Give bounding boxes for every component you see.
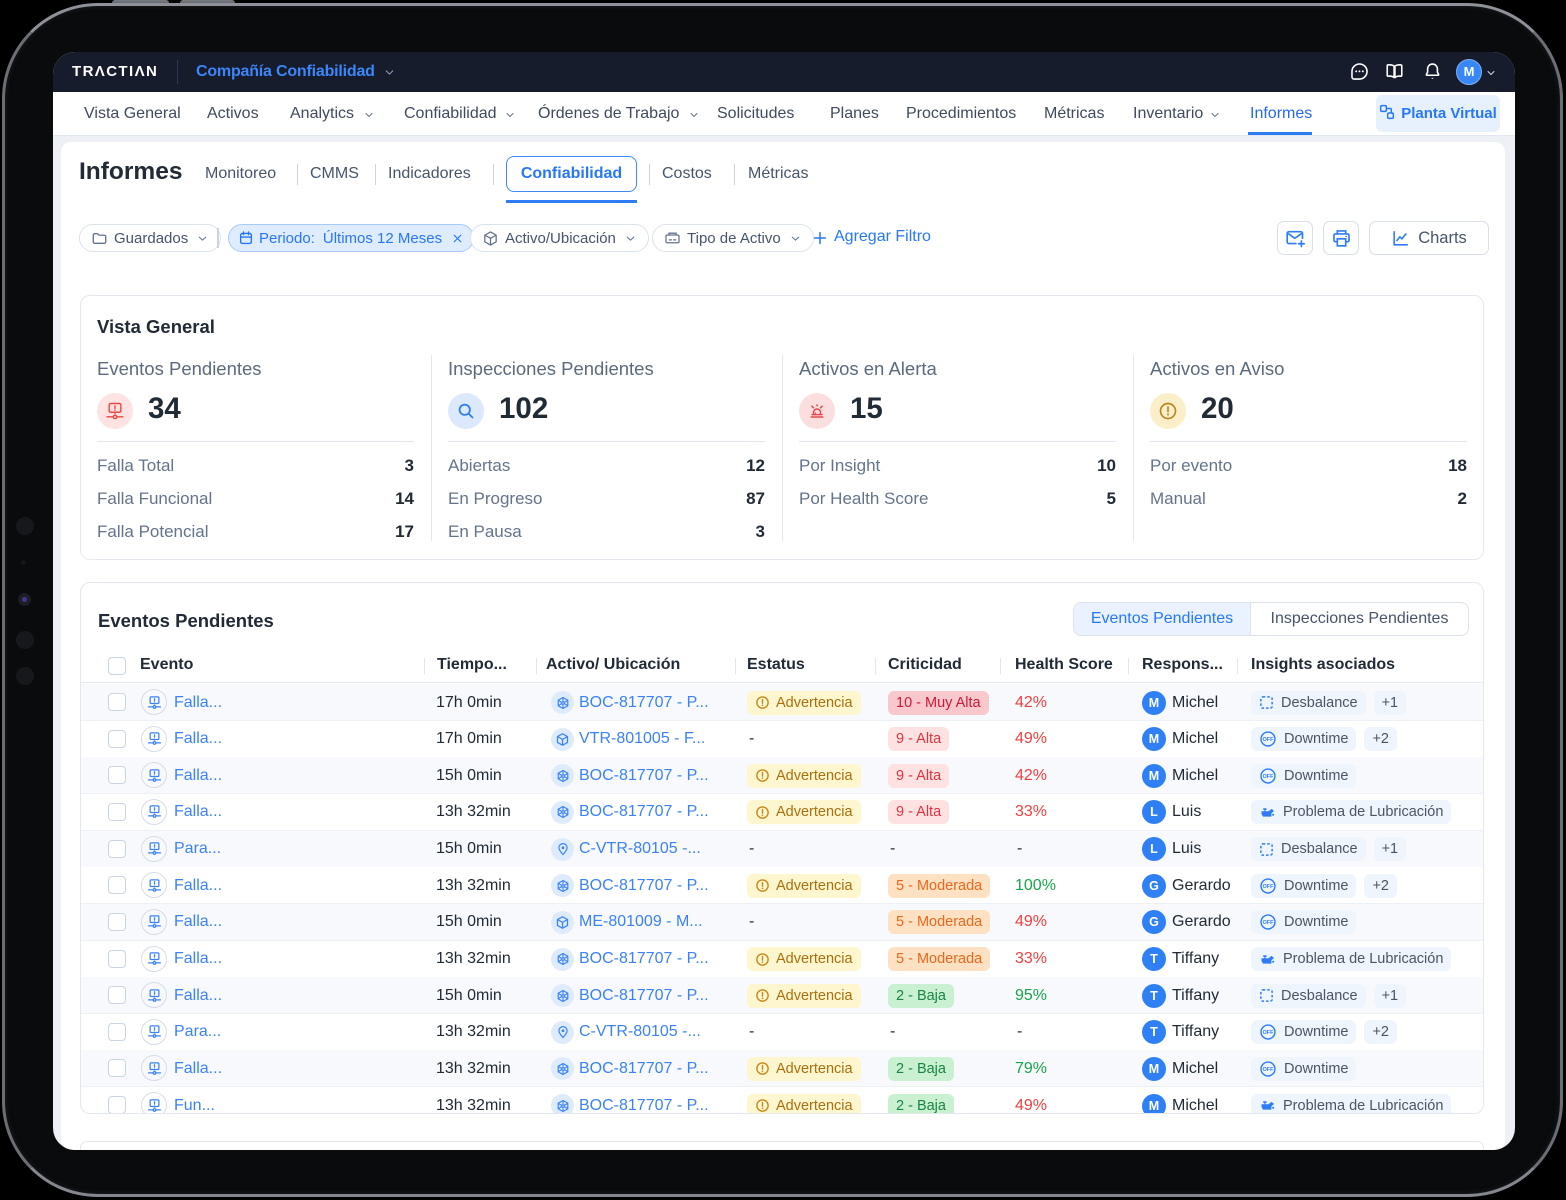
svg-text:OFF: OFF — [1263, 920, 1274, 926]
svg-text:OFF: OFF — [1263, 737, 1274, 743]
svg-text:OFF: OFF — [1263, 774, 1274, 780]
svg-text:OFF: OFF — [1263, 1030, 1274, 1036]
svg-text:OFF: OFF — [1263, 1067, 1274, 1073]
svg-text:OFF: OFF — [1263, 884, 1274, 890]
